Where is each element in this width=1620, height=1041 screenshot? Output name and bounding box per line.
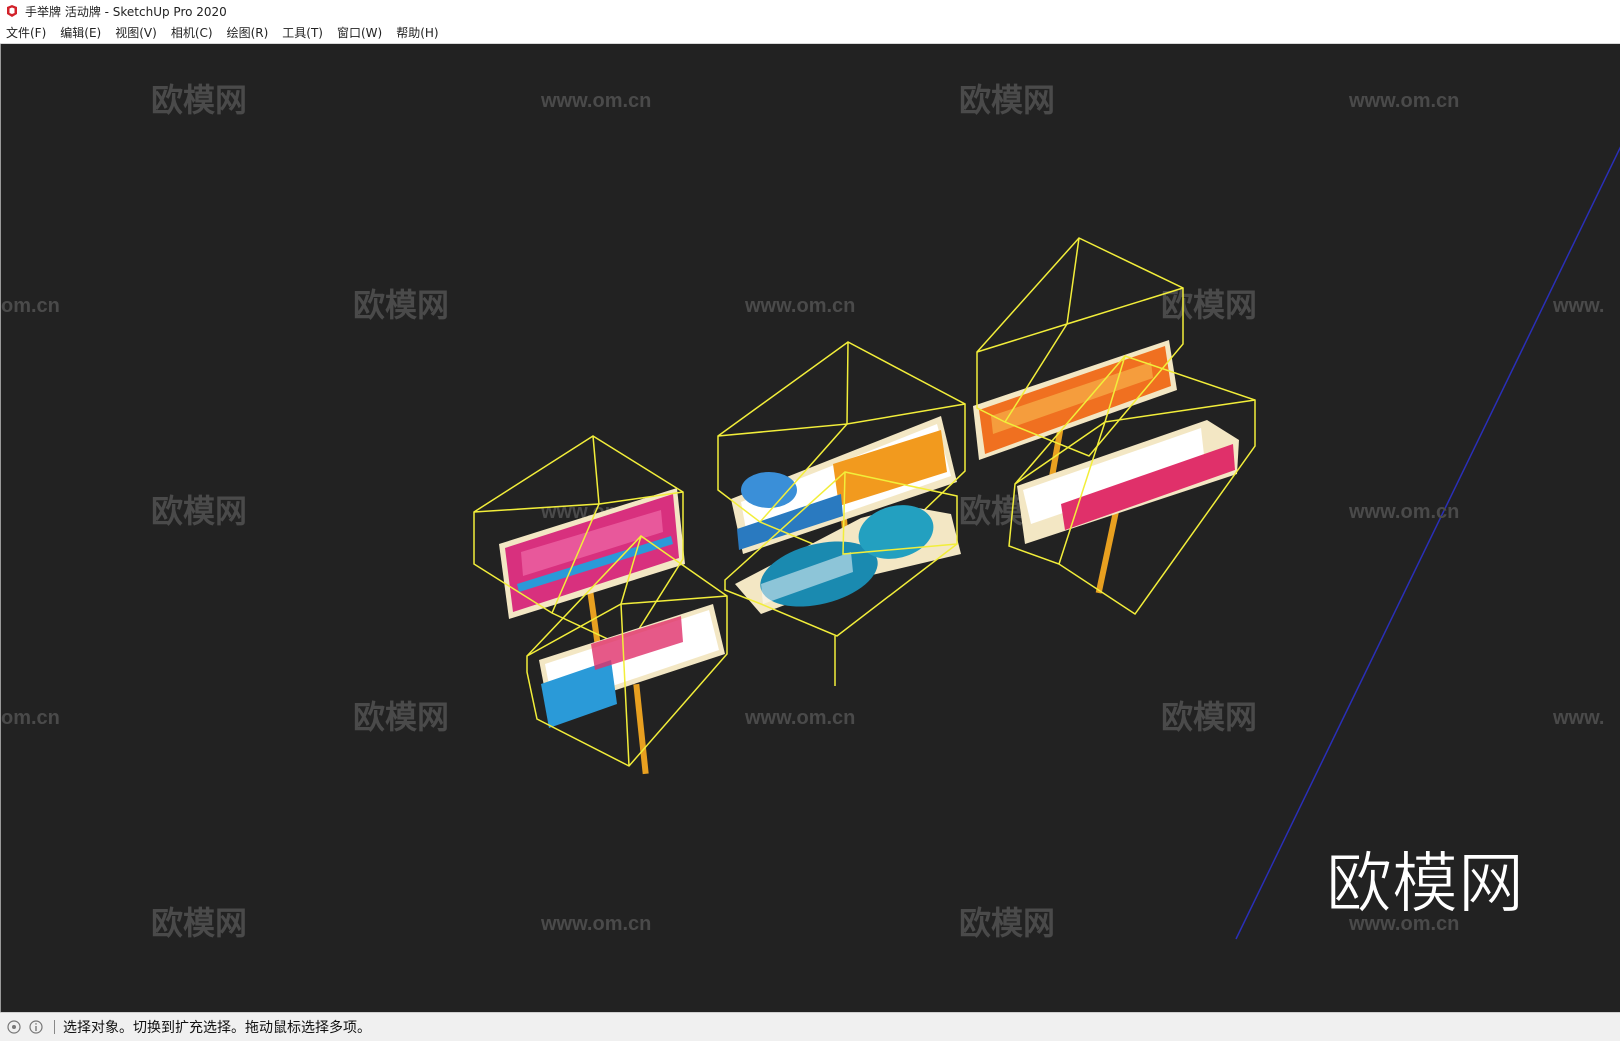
menu-edit[interactable]: 编辑(E) bbox=[53, 23, 108, 43]
viewport-canvas[interactable]: 欧模网 www.om.cn 欧模网 www.om.cn om.cn 欧模网 ww… bbox=[1, 44, 1620, 1012]
menu-file[interactable]: 文件(F) bbox=[0, 23, 53, 43]
menu-view[interactable]: 视图(V) bbox=[108, 23, 164, 43]
menu-camera[interactable]: 相机(C) bbox=[164, 23, 220, 43]
menu-window[interactable]: 窗口(W) bbox=[330, 23, 389, 43]
info-icon[interactable] bbox=[28, 1019, 44, 1035]
status-message: 选择对象。切换到扩充选择。拖动鼠标选择多项。 bbox=[63, 1020, 371, 1036]
watermark-url: www.om.cn bbox=[540, 90, 651, 112]
watermark-brand: 欧模网 bbox=[1161, 699, 1257, 735]
menu-help[interactable]: 帮助(H) bbox=[389, 23, 445, 43]
watermark-brand: 欧模网 bbox=[1161, 287, 1257, 323]
watermark-url: om.cn bbox=[1, 295, 60, 317]
menu-draw[interactable]: 绘图(R) bbox=[220, 23, 276, 43]
geo-location-icon[interactable] bbox=[6, 1019, 22, 1035]
watermark-url: www.om.cn bbox=[540, 913, 651, 935]
watermark-brand: 欧模网 bbox=[959, 82, 1055, 118]
model-viewport[interactable]: 欧模网 www.om.cn 欧模网 www.om.cn om.cn 欧模网 ww… bbox=[0, 44, 1620, 1012]
watermark-url: www.om.cn bbox=[1348, 90, 1459, 112]
watermark-brand: 欧模网 bbox=[151, 82, 247, 118]
blue-axis-line bbox=[1235, 146, 1620, 940]
title-bar: 手举牌 活动牌 - SketchUp Pro 2020 bbox=[0, 0, 1620, 22]
watermark-url: www.om.cn bbox=[744, 295, 855, 317]
watermark-logo: 欧模网 bbox=[1326, 846, 1524, 920]
watermark-brand: 欧模网 bbox=[151, 905, 247, 941]
watermark-brand: 欧模网 bbox=[353, 699, 449, 735]
watermark-brand: 欧模网 bbox=[151, 493, 247, 529]
watermark-url: www.om.cn bbox=[1348, 501, 1459, 523]
watermark-url: www.om.cn bbox=[744, 707, 855, 729]
menu-bar: 文件(F) 编辑(E) 视图(V) 相机(C) 绘图(R) 工具(T) 窗口(W… bbox=[0, 22, 1620, 44]
sketchup-logo-icon bbox=[7, 5, 17, 17]
status-divider bbox=[54, 1020, 55, 1034]
watermark-url: www. bbox=[1552, 295, 1604, 317]
watermark-brand: 欧模网 bbox=[959, 905, 1055, 941]
watermark-url: om.cn bbox=[1, 707, 60, 729]
menu-tools[interactable]: 工具(T) bbox=[275, 23, 330, 43]
status-bar: 选择对象。切换到扩充选择。拖动鼠标选择多项。 bbox=[0, 1012, 1620, 1041]
watermark-brand: 欧模网 bbox=[353, 287, 449, 323]
watermark-url: www. bbox=[1552, 707, 1604, 729]
window-title: 手举牌 活动牌 - SketchUp Pro 2020 bbox=[25, 4, 227, 19]
